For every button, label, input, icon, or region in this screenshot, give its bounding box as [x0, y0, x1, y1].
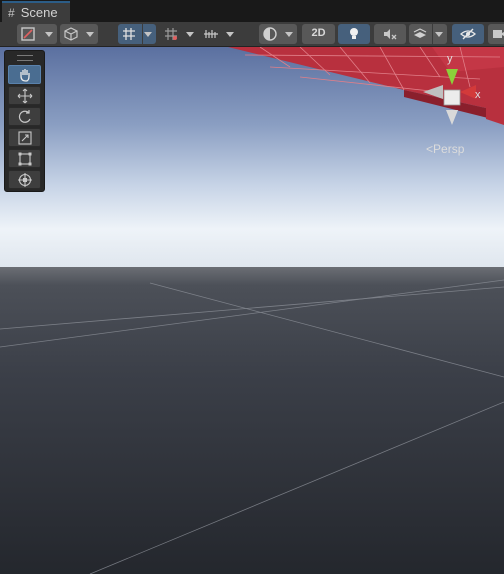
gizmo-x-label: x	[475, 89, 481, 101]
rect-icon	[18, 152, 32, 166]
mode-2d-label: 2D	[311, 27, 326, 39]
increment-snap-icon	[165, 28, 177, 40]
hand-icon	[20, 69, 30, 82]
grid-toggle-icon	[123, 28, 135, 40]
scale-tool[interactable]	[8, 128, 41, 147]
move-tool[interactable]	[8, 86, 41, 105]
move-arrows-icon	[17, 88, 33, 104]
snap-dropdown[interactable]	[160, 24, 198, 44]
tools-overlay	[4, 50, 45, 192]
audio-mute-icon	[384, 29, 397, 40]
grid-icon: #	[8, 5, 15, 20]
lightbulb-icon	[350, 28, 358, 39]
chevron-down-icon	[226, 32, 234, 37]
scene-visibility-button[interactable]	[452, 24, 484, 44]
view-options-dropdown[interactable]	[259, 24, 297, 44]
scene-tab[interactable]: # Scene	[2, 1, 70, 22]
scene-tab-label: Scene	[20, 5, 58, 20]
draw-mode-dropdown[interactable]	[17, 24, 57, 44]
scale-icon	[18, 131, 32, 145]
ruler-icon	[204, 30, 218, 38]
scene-viewport[interactable]: y x	[0, 47, 504, 574]
scene-toolbar: 2D	[0, 22, 504, 47]
ruler-dropdown[interactable]	[200, 24, 238, 44]
hidden-eye-icon	[460, 28, 476, 40]
lighting-toggle-button[interactable]	[338, 24, 370, 44]
mode-2d-button[interactable]: 2D	[302, 24, 335, 44]
chevron-down-icon	[435, 32, 443, 37]
shaded-draw-mode-icon	[21, 27, 35, 41]
audio-toggle-button[interactable]	[374, 24, 406, 44]
projection-toggle[interactable]: <Persp	[426, 142, 464, 156]
sphere-view-icon	[263, 27, 277, 41]
camera-dropdown[interactable]	[488, 24, 504, 44]
drag-handle-icon[interactable]	[17, 55, 33, 61]
camera-icon	[493, 30, 504, 38]
chevron-down-icon	[186, 32, 194, 37]
effects-dropdown[interactable]	[409, 24, 447, 44]
rotate-icon	[18, 110, 31, 123]
chevron-down-icon	[86, 32, 94, 37]
rect-tool[interactable]	[8, 149, 41, 168]
chevron-down-icon	[45, 32, 53, 37]
view-tool[interactable]	[8, 65, 41, 84]
chevron-left-icon: <	[426, 142, 434, 156]
gizmo-center-cube[interactable]	[443, 89, 461, 106]
transform-icon	[18, 173, 32, 187]
window-tab-bar: # Scene	[0, 0, 504, 23]
projection-label: Persp	[433, 142, 465, 156]
gizmo-y-label: y	[447, 53, 453, 65]
chevron-down-icon	[285, 32, 293, 37]
render-mode-dropdown[interactable]	[60, 24, 98, 44]
chevron-down-icon	[144, 32, 152, 37]
rotate-tool[interactable]	[8, 107, 41, 126]
transform-tool[interactable]	[8, 170, 41, 189]
grid-toggle-button[interactable]	[118, 24, 156, 44]
cube-render-icon	[64, 27, 78, 41]
effects-layers-icon	[413, 28, 427, 38]
scene-render[interactable]: y x	[0, 47, 504, 574]
